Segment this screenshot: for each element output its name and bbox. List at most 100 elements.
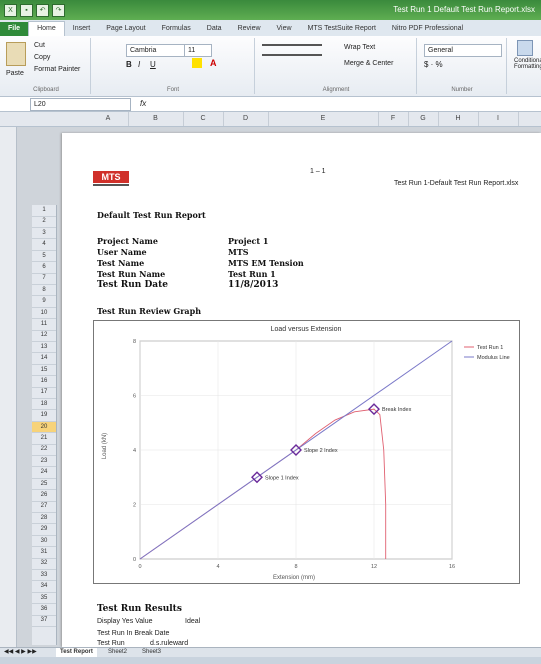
info-label: Test Run Name (97, 269, 166, 279)
tab-page-layout[interactable]: Page Layout (98, 22, 153, 36)
conditional-formatting-icon[interactable] (517, 40, 533, 56)
x-tick-label: 0 (138, 564, 141, 570)
number-group-label: Number (451, 87, 473, 93)
marker-label: Slope 1 Index (265, 475, 299, 481)
tab-home[interactable]: Home (28, 21, 65, 36)
redo-icon[interactable]: ↷ (52, 4, 65, 17)
column-header[interactable]: D (223, 112, 269, 126)
format-painter-button[interactable]: Format Painter (30, 64, 84, 75)
results-label: Test Run In Break Date (97, 630, 170, 637)
row-header[interactable]: 31 (32, 547, 56, 559)
column-header[interactable]: A (88, 112, 129, 126)
font-name-combo[interactable]: Cambria (126, 44, 188, 57)
chart-y-label: Load (kN) (102, 433, 108, 459)
row-header[interactable]: 19 (32, 410, 56, 422)
name-box[interactable]: L20 (30, 98, 131, 111)
row-header[interactable]: 7 (32, 273, 56, 285)
cut-button[interactable]: Cut (30, 40, 49, 51)
row-header[interactable]: 25 (32, 479, 56, 491)
row-header[interactable]: 32 (32, 558, 56, 570)
chart-x-label: Extension (mm) (273, 575, 315, 581)
sheet-nav-icon[interactable]: ◀◀ ◀ ▶ ▶▶ (4, 648, 37, 655)
row-header[interactable]: 2 (32, 216, 56, 228)
row-header[interactable]: 13 (32, 342, 56, 354)
row-header[interactable]: 26 (32, 490, 56, 502)
row-header[interactable]: 37 (32, 615, 56, 627)
row-header[interactable]: 1 (32, 205, 56, 217)
row-header[interactable]: 18 (32, 399, 56, 411)
row-header[interactable]: 36 (32, 604, 56, 616)
tab-nitro-pdf[interactable]: Nitro PDF Professional (384, 22, 471, 36)
row-header[interactable]: 35 (32, 593, 56, 605)
conditional-formatting-button[interactable]: Conditional Formatting (510, 56, 541, 72)
row-header[interactable]: 20 (32, 421, 56, 434)
legend-entry: Modulus Line (477, 355, 510, 361)
row-header[interactable]: 5 (32, 251, 56, 263)
mts-logo: MTS (93, 171, 129, 187)
row-header[interactable]: 15 (32, 365, 56, 377)
column-header[interactable]: B (128, 112, 184, 126)
column-header[interactable]: C (183, 112, 224, 126)
column-header[interactable]: G (408, 112, 439, 126)
row-header[interactable]: 6 (32, 262, 56, 274)
row-header[interactable]: 24 (32, 467, 56, 479)
row-header[interactable]: 4 (32, 239, 56, 251)
fill-color-icon[interactable] (192, 58, 202, 68)
merge-center-button[interactable]: Merge & Center (340, 58, 397, 69)
row-header[interactable]: 21 (32, 433, 56, 445)
row-header[interactable]: 23 (32, 456, 56, 468)
tab-mts-report[interactable]: MTS TestSuite Report (300, 22, 384, 36)
tab-file[interactable]: File (0, 22, 29, 36)
row-header[interactable]: 3 (32, 228, 56, 240)
alignment-group: Wrap Text Merge & Center Alignment (256, 38, 417, 94)
row-header[interactable]: 30 (32, 536, 56, 548)
row-header[interactable]: 29 (32, 524, 56, 536)
fx-icon[interactable]: fx (140, 99, 146, 108)
row-header[interactable]: 17 (32, 387, 56, 399)
number-format-combo[interactable]: General (424, 44, 502, 57)
tab-data[interactable]: Data (199, 22, 230, 36)
row-header[interactable]: 33 (32, 570, 56, 582)
excel-icon[interactable]: X (4, 4, 17, 17)
align-icon[interactable] (262, 44, 322, 56)
chart-frame[interactable]: Load versus Extension Extension (mm) Loa… (93, 320, 520, 584)
column-header[interactable]: F (378, 112, 409, 126)
row-header[interactable]: 22 (32, 444, 56, 456)
column-header[interactable]: E (268, 112, 379, 126)
tab-view[interactable]: View (269, 22, 300, 36)
save-icon[interactable]: ▪ (20, 4, 33, 17)
tab-formulas[interactable]: Formulas (154, 22, 199, 36)
paste-icon[interactable] (6, 42, 26, 66)
column-header[interactable]: I (478, 112, 519, 126)
row-header[interactable]: 11 (32, 319, 56, 331)
info-value: Test Run 1 (228, 269, 276, 279)
tab-review[interactable]: Review (230, 22, 269, 36)
row-header[interactable]: 28 (32, 513, 56, 525)
row-header[interactable]: 8 (32, 285, 56, 297)
tab-insert[interactable]: Insert (65, 22, 99, 36)
currency-icon[interactable]: $ · % (424, 60, 443, 69)
row-header[interactable]: 10 (32, 308, 56, 320)
wrap-text-button[interactable]: Wrap Text (340, 42, 379, 53)
font-color-icon[interactable]: A (210, 58, 217, 68)
sheet-tab-sheet3[interactable]: Sheet3 (138, 648, 165, 657)
bold-icon[interactable]: B (126, 60, 132, 69)
sheet-tab-sheet2[interactable]: Sheet2 (104, 648, 131, 657)
row-header[interactable]: 27 (32, 501, 56, 513)
row-header[interactable]: 14 (32, 353, 56, 365)
column-header[interactable]: H (438, 112, 479, 126)
row-header[interactable]: 9 (32, 296, 56, 308)
row-header[interactable]: 12 (32, 330, 56, 342)
paste-button[interactable]: Paste (2, 68, 28, 79)
styles-group: Conditional Formatting (510, 40, 541, 72)
undo-icon[interactable]: ↶ (36, 4, 49, 17)
report-title: Default Test Run Report (97, 210, 206, 220)
row-header[interactable]: 16 (32, 376, 56, 388)
italic-icon[interactable]: I (138, 60, 140, 69)
copy-button[interactable]: Copy (30, 52, 54, 63)
font-size-combo[interactable]: 11 (184, 44, 212, 57)
row-header[interactable]: 34 (32, 581, 56, 593)
ribbon-tabs: File Home Insert Page Layout Formulas Da… (0, 20, 541, 36)
underline-icon[interactable]: U (150, 60, 156, 69)
sheet-tab-test-report[interactable]: Test Report (56, 648, 97, 657)
